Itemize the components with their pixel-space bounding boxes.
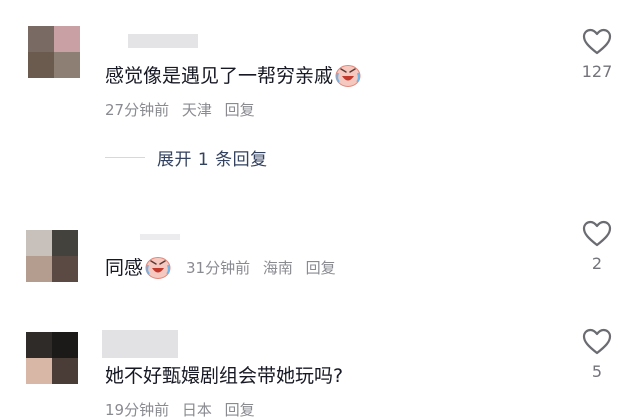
comment-meta: 27分钟前 天津 回复 xyxy=(105,100,263,120)
comment-meta: 19分钟前 日本 回复 xyxy=(105,400,263,419)
username-redacted[interactable] xyxy=(102,330,178,358)
like-count: 2 xyxy=(591,254,603,273)
comment-feed: 感觉像是遇见了一帮穷亲戚 27分钟前 天津 回复 127 展开 1 条回复 同感… xyxy=(0,0,640,419)
avatar[interactable] xyxy=(26,230,78,282)
divider xyxy=(105,156,145,158)
comment-time: 27分钟前 xyxy=(105,101,170,119)
comment-text: 感觉像是遇见了一帮穷亲戚 xyxy=(105,63,361,89)
comment-text: 同感 xyxy=(105,255,171,281)
comment-location: 天津 xyxy=(181,101,212,119)
username-redacted[interactable] xyxy=(140,234,180,240)
like-count: 127 xyxy=(581,62,613,81)
comment-location: 海南 xyxy=(262,259,293,277)
like-button[interactable]: 127 xyxy=(567,28,627,81)
comment-item: 她不好甄嬛剧组会带她玩吗? 19分钟前 日本 回复 5 xyxy=(0,310,640,419)
like-button[interactable]: 5 xyxy=(567,328,627,381)
like-button[interactable]: 2 xyxy=(567,220,627,273)
comment-time: 19分钟前 xyxy=(105,401,170,419)
username-redacted[interactable] xyxy=(128,34,198,48)
avatar[interactable] xyxy=(26,332,78,384)
crying-laughing-emoji-icon xyxy=(145,257,171,279)
avatar[interactable] xyxy=(28,26,80,78)
reply-button[interactable]: 回复 xyxy=(225,401,255,419)
comment-location: 日本 xyxy=(181,401,212,419)
comment-meta: 31分钟前 海南 回复 xyxy=(186,258,344,278)
comment-time: 31分钟前 xyxy=(186,259,251,277)
reply-button[interactable]: 回复 xyxy=(306,259,336,277)
like-count: 5 xyxy=(591,362,603,381)
heart-icon xyxy=(582,220,612,247)
comment-item: 同感 31分钟前 海南 回复 2 xyxy=(0,190,640,310)
expand-replies-button[interactable]: 展开 1 条回复 xyxy=(105,147,268,170)
expand-replies-label: 展开 1 条回复 xyxy=(157,149,268,170)
reply-button[interactable]: 回复 xyxy=(225,101,255,119)
comment-item: 感觉像是遇见了一帮穷亲戚 27分钟前 天津 回复 127 展开 1 条回复 xyxy=(0,0,640,190)
heart-icon xyxy=(582,28,612,55)
comment-text: 她不好甄嬛剧组会带她玩吗? xyxy=(105,365,344,387)
crying-laughing-emoji-icon xyxy=(335,65,361,87)
heart-icon xyxy=(582,328,612,355)
